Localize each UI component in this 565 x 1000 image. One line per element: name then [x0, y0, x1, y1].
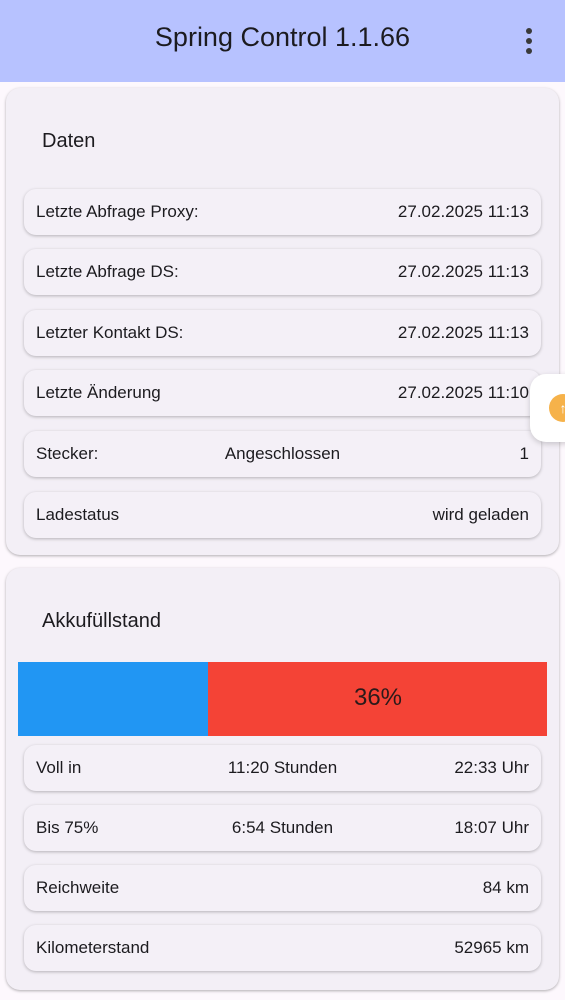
- row-letzter-kontakt-ds: Letzter Kontakt DS: 27.02.2025 11:13: [24, 310, 541, 356]
- row-label: Letzte Änderung: [36, 383, 161, 402]
- battery-percent: 36%: [353, 684, 403, 711]
- row-bis-75: Bis 75% 6:54 Stunden 18:07 Uhr: [24, 805, 541, 851]
- row-value: 22:33 Uhr: [454, 758, 529, 777]
- row-letzte-abfrage-ds: Letzte Abfrage DS: 27.02.2025 11:13: [24, 249, 541, 295]
- row-value: 27.02.2025 11:13: [397, 262, 529, 281]
- row-letzte-aenderung: Letzte Änderung 27.02.2025 11:10: [24, 370, 541, 416]
- app-bar: Spring Control 1.1.66: [0, 0, 565, 82]
- row-value: 84 km: [482, 878, 529, 897]
- row-value: 27.02.2025 11:13: [397, 202, 529, 221]
- row-value: 27.02.2025 11:13: [397, 323, 529, 342]
- row-kilometerstand: Kilometerstand 52965 km: [24, 925, 541, 971]
- more-vert-icon[interactable]: [512, 24, 546, 58]
- row-value: 52965 km: [454, 938, 529, 957]
- row-ladestatus: Ladestatus wird geladen: [24, 492, 541, 538]
- row-center: Angeschlossen: [224, 444, 341, 463]
- row-label: Ladestatus: [36, 505, 120, 524]
- akku-title: Akkufüllstand: [42, 610, 161, 632]
- daten-card: Daten Letzte Abfrage Proxy: 27.02.2025 1…: [6, 88, 559, 555]
- row-letzte-abfrage-proxy: Letzte Abfrage Proxy: 27.02.2025 11:13: [24, 189, 541, 235]
- row-value: wird geladen: [432, 505, 529, 524]
- floating-side-button[interactable]: ↑: [530, 374, 565, 442]
- battery-level-bar: 36%: [18, 662, 547, 736]
- daten-title: Daten: [42, 130, 96, 152]
- row-value: 1: [519, 444, 529, 463]
- battery-fill: [18, 662, 209, 736]
- row-reichweite: Reichweite 84 km: [24, 865, 541, 911]
- row-value: 27.02.2025 11:10: [397, 383, 529, 402]
- row-label: Letzte Abfrage DS:: [36, 262, 179, 281]
- row-label: Letzter Kontakt DS:: [36, 323, 184, 342]
- row-label: Reichweite: [36, 878, 120, 897]
- row-label: Letzte Abfrage Proxy:: [36, 202, 199, 221]
- akku-card: Akkufüllstand Voll in 11:20 Stunden 22:3…: [6, 568, 559, 990]
- app-title: Spring Control 1.1.66: [154, 22, 411, 52]
- upload-icon: ↑: [549, 394, 565, 422]
- row-value: 18:07 Uhr: [454, 818, 529, 837]
- row-voll-in: Voll in 11:20 Stunden 22:33 Uhr: [24, 745, 541, 791]
- row-stecker: Stecker: Angeschlossen 1: [24, 431, 541, 477]
- row-label: Kilometerstand: [36, 938, 150, 957]
